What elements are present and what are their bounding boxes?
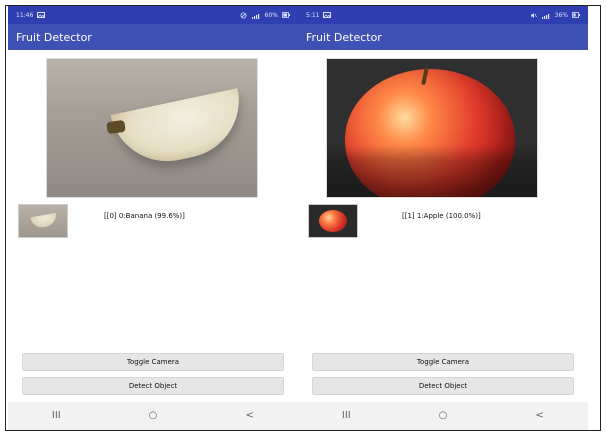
apple-photo: [326, 58, 538, 198]
picture-icon: [37, 12, 46, 18]
silent-icon: [240, 12, 247, 19]
status-bar: 11:46 60%: [8, 6, 298, 24]
recent-apps-icon: III: [341, 410, 351, 421]
banana-photo: [46, 58, 258, 198]
home-icon: ○: [438, 410, 448, 421]
app-bar: Fruit Detector: [8, 24, 298, 50]
status-bar-left: 11:46: [16, 11, 46, 19]
mini-banana: [30, 212, 58, 230]
phone-screen-right: 5:11 36% Fruit Detector [[1] 1:Apple (10…: [298, 6, 588, 430]
toggle-camera-button[interactable]: Toggle Camera: [22, 353, 284, 371]
battery-percent: 60%: [264, 11, 278, 19]
apple-shadow: [327, 145, 537, 197]
back-button[interactable]: <: [242, 408, 258, 424]
detect-object-button[interactable]: Detect Object: [22, 377, 284, 395]
status-time: 5:11: [306, 11, 320, 19]
phone-screen-left: 11:46 60% Fruit Detector [[0] 0:Banana (…: [8, 6, 298, 430]
detection-result: [[1] 1:Apple (100.0%)]: [402, 212, 481, 220]
battery-icon: [572, 12, 580, 18]
battery-icon: [282, 12, 290, 18]
recent-apps-button[interactable]: III: [338, 408, 354, 424]
toggle-camera-button[interactable]: Toggle Camera: [312, 353, 574, 371]
detection-result: [[0] 0:Banana (99.6%)]: [104, 212, 185, 220]
detect-object-button[interactable]: Detect Object: [312, 377, 574, 395]
home-icon: ○: [148, 410, 158, 421]
home-button[interactable]: ○: [145, 408, 161, 424]
mute-icon: [530, 12, 537, 19]
home-button[interactable]: ○: [435, 408, 451, 424]
navigation-bar: III ○ <: [8, 402, 298, 430]
banana: [110, 88, 250, 172]
recent-apps-button[interactable]: III: [48, 408, 64, 424]
app-bar: Fruit Detector: [298, 24, 588, 50]
app-title: Fruit Detector: [16, 30, 92, 44]
back-icon: <: [245, 410, 254, 421]
apple-thumbnail: [308, 204, 358, 238]
navigation-bar: III ○ <: [298, 402, 588, 430]
battery-percent: 36%: [554, 11, 568, 19]
app-title: Fruit Detector: [306, 30, 382, 44]
back-icon: <: [535, 410, 544, 421]
picture-icon: [323, 12, 332, 18]
status-bar: 5:11 36%: [298, 6, 588, 24]
status-bar-left: 5:11: [306, 11, 332, 19]
signal-icon: [541, 12, 551, 19]
mini-apple: [319, 210, 347, 232]
recent-apps-icon: III: [51, 410, 61, 421]
banana-thumbnail: [18, 204, 68, 238]
back-button[interactable]: <: [532, 408, 548, 424]
signal-icon: [251, 12, 261, 19]
status-bar-right: 60%: [240, 12, 290, 19]
status-time: 11:46: [16, 11, 34, 19]
status-bar-right: 36%: [530, 12, 580, 19]
